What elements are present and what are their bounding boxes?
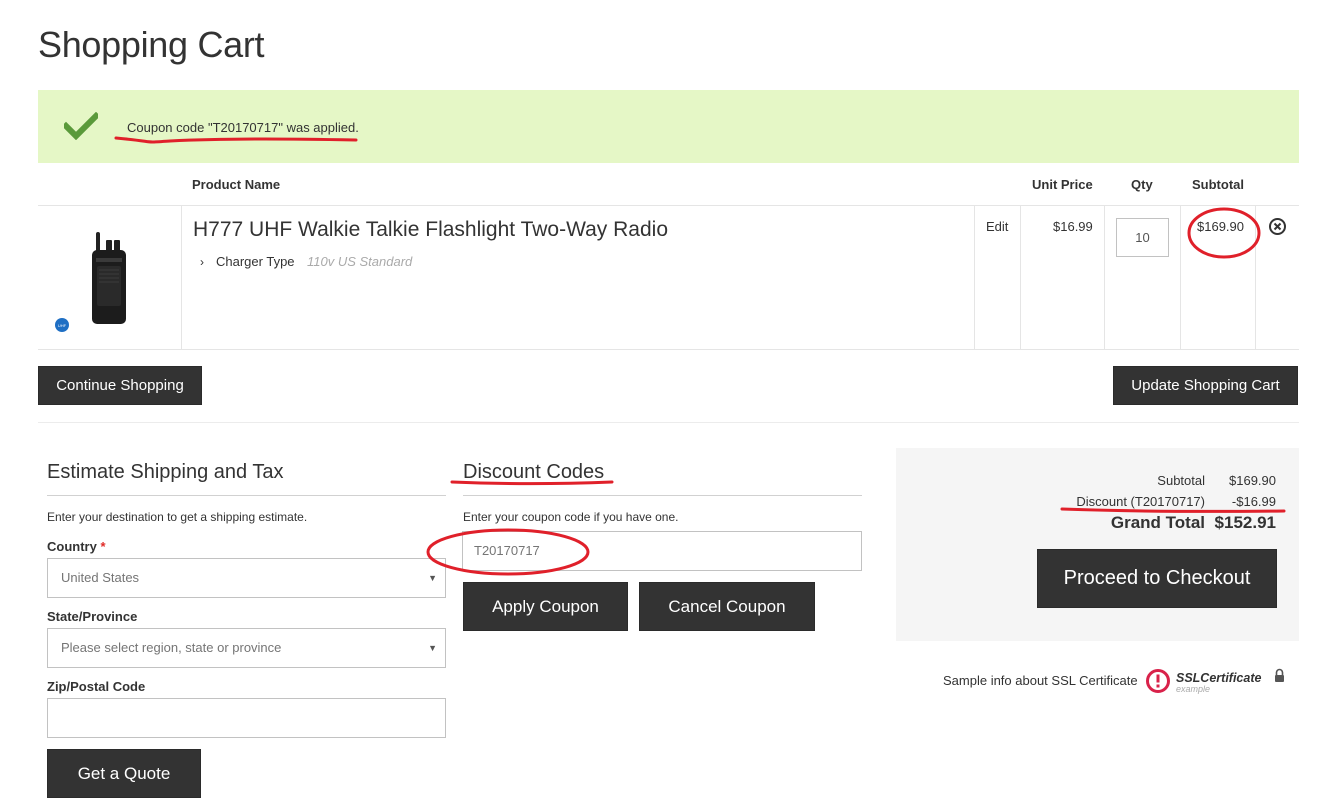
table-divider bbox=[38, 349, 1299, 350]
success-message: Coupon code "T20170717" was applied. bbox=[38, 90, 1299, 163]
shipping-hint: Enter your destination to get a shipping… bbox=[47, 510, 308, 524]
unit-price: $16.99 bbox=[1053, 219, 1093, 234]
coupon-code-input[interactable]: T20170717 bbox=[462, 531, 862, 571]
section-divider bbox=[38, 422, 1299, 423]
item-subtotal: $169.90 bbox=[1197, 219, 1244, 234]
ssl-info-text: Sample info about SSL Certificate bbox=[943, 673, 1138, 688]
state-select-placeholder: Please select region, state or province bbox=[61, 640, 282, 655]
ssl-logo-text: SSLCertificate bbox=[1176, 671, 1261, 685]
dropdown-arrow-icon: ▼ bbox=[428, 643, 437, 653]
summary-subtotal-value: $169.90 bbox=[1229, 473, 1276, 488]
country-label: Country * bbox=[47, 539, 106, 554]
remove-item-icon[interactable] bbox=[1268, 217, 1287, 236]
zip-label: Zip/Postal Code bbox=[47, 679, 146, 694]
summary-subtotal-label: Subtotal bbox=[1157, 473, 1205, 488]
option-label[interactable]: Charger Type bbox=[216, 254, 295, 269]
product-name-link[interactable]: H777 UHF Walkie Talkie Flashlight Two-Wa… bbox=[193, 218, 668, 242]
option-value: 110v US Standard bbox=[307, 254, 413, 269]
edit-item-link[interactable]: Edit bbox=[986, 219, 1008, 234]
discount-title[interactable]: Discount Codes bbox=[463, 461, 604, 484]
grand-total-value: $152.91 bbox=[1214, 513, 1276, 532]
country-label-text: Country bbox=[47, 539, 97, 554]
apply-coupon-button[interactable]: Apply Coupon bbox=[463, 582, 628, 631]
dropdown-arrow-icon: ▼ bbox=[428, 573, 437, 583]
qty-input[interactable]: 10 bbox=[1116, 218, 1169, 257]
country-select-value: United States bbox=[61, 570, 140, 585]
get-quote-button[interactable]: Get a Quote bbox=[47, 749, 201, 798]
page-title: Shopping Cart bbox=[38, 24, 265, 65]
discount-rule bbox=[463, 495, 862, 496]
header-subtotal: Subtotal bbox=[1192, 177, 1244, 192]
summary-discount-label: Discount (T20170717) bbox=[1076, 494, 1205, 509]
chevron-right-icon[interactable]: › bbox=[200, 255, 204, 269]
zip-input[interactable] bbox=[47, 698, 446, 738]
summary-discount-value: -$16.99 bbox=[1231, 494, 1276, 509]
required-mark: * bbox=[100, 539, 106, 554]
checkmark-icon bbox=[64, 112, 98, 140]
state-label: State/Province bbox=[47, 609, 138, 624]
header-product-name: Product Name bbox=[192, 177, 281, 192]
product-image[interactable]: UHF bbox=[50, 214, 175, 339]
grand-total-label: Grand Total bbox=[1110, 513, 1205, 532]
country-select[interactable]: United States ▼ bbox=[47, 558, 446, 598]
shipping-rule bbox=[47, 495, 446, 496]
ssl-certificate-logo[interactable]: SSLCertificate example bbox=[1145, 667, 1290, 697]
uhf-badge: UHF bbox=[58, 323, 67, 328]
state-select[interactable]: Please select region, state or province … bbox=[47, 628, 446, 668]
cancel-coupon-button[interactable]: Cancel Coupon bbox=[639, 582, 815, 631]
header-unit-price: Unit Price bbox=[1032, 177, 1093, 192]
shipping-title[interactable]: Estimate Shipping and Tax bbox=[47, 461, 283, 484]
discount-hint: Enter your coupon code if you have one. bbox=[463, 510, 679, 524]
lock-icon bbox=[1275, 668, 1284, 682]
ssl-logo-subtext: example bbox=[1176, 684, 1210, 694]
header-qty: Qty bbox=[1131, 177, 1153, 192]
continue-shopping-button[interactable]: Continue Shopping bbox=[38, 366, 202, 405]
update-cart-button[interactable]: Update Shopping Cart bbox=[1113, 366, 1298, 405]
proceed-to-checkout-button[interactable]: Proceed to Checkout bbox=[1037, 549, 1277, 608]
success-message-text: Coupon code "T20170717" was applied. bbox=[127, 120, 359, 135]
